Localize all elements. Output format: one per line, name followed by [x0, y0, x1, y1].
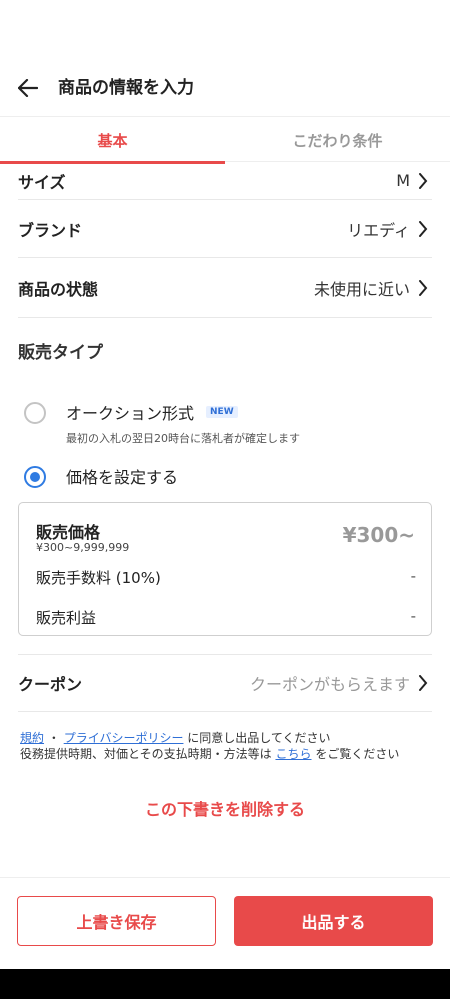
price-input[interactable]: ¥300~	[343, 523, 415, 547]
app-header: 商品の情報を入力	[0, 62, 450, 114]
brand-value: リエディ	[347, 220, 410, 240]
brand-label: ブランド	[18, 220, 83, 240]
size-value: M	[396, 171, 410, 190]
terms-text-3: をご覧ください	[315, 747, 400, 761]
condition-row[interactable]: 商品の状態 未使用に近い	[18, 258, 432, 318]
page-title: 商品の情報を入力	[58, 78, 194, 98]
condition-label: 商品の状態	[18, 279, 99, 299]
fee-value: -	[410, 567, 416, 585]
fee-row: 販売手数料 (10%) -	[36, 567, 416, 588]
price-box: 販売価格 ¥300~9,999,999 ¥300~ 販売手数料 (10%) - …	[18, 502, 432, 636]
privacy-policy-link[interactable]: プライバシーポリシー	[64, 731, 184, 745]
terms-notice: 規約 ・ プライバシーポリシー に同意し出品してください 役務提供時期、対価とそ…	[20, 730, 399, 762]
profit-label: 販売利益	[36, 609, 97, 627]
brand-row[interactable]: ブランド リエディ	[18, 200, 432, 258]
profit-row: 販売利益 -	[36, 607, 416, 628]
coupon-label: クーポン	[18, 675, 83, 694]
price-range: ¥300~9,999,999	[36, 541, 130, 554]
chevron-right-icon	[418, 279, 432, 297]
details-link[interactable]: こちら	[275, 747, 311, 761]
price-label: 販売価格	[36, 523, 101, 542]
chevron-right-icon	[418, 674, 432, 692]
brand-value-group: リエディ	[347, 217, 432, 241]
coupon-row[interactable]: クーポン クーポンがもらえます	[18, 654, 432, 712]
back-arrow-icon[interactable]	[16, 76, 40, 100]
size-value-group: M	[396, 171, 432, 190]
condition-value-group: 未使用に近い	[314, 276, 432, 300]
tab-details[interactable]: こだわり条件	[225, 117, 450, 163]
list-item-button[interactable]: 出品する	[234, 896, 433, 946]
chevron-right-icon	[418, 172, 432, 190]
fixed-price-option[interactable]: 価格を設定する	[24, 464, 178, 488]
terms-text-1: に同意し出品してください	[187, 731, 331, 745]
size-label: サイズ	[18, 172, 66, 192]
chevron-right-icon	[418, 220, 432, 238]
terms-text-2: 役務提供時期、対価とその支払時期・方法等は	[20, 747, 272, 761]
delete-draft-button[interactable]: この下書きを削除する	[0, 796, 450, 820]
new-badge: NEW	[206, 406, 238, 418]
auction-radio[interactable]	[24, 402, 46, 424]
terms-separator: ・	[47, 731, 60, 745]
coupon-value: クーポンがもらえます	[249, 675, 410, 694]
fee-label: 販売手数料 (10%)	[36, 569, 161, 587]
system-nav-bar	[0, 969, 450, 999]
bottom-action-bar: 上書き保存 出品する	[0, 877, 450, 969]
tab-bar: 基本 こだわり条件	[0, 116, 450, 164]
auction-option[interactable]: オークション形式 NEW 最初の入札の翌日20時台に落札者が確定します	[24, 400, 300, 446]
overwrite-save-button[interactable]: 上書き保存	[17, 896, 216, 946]
fixed-price-radio[interactable]	[24, 466, 46, 488]
size-row[interactable]: サイズ M	[18, 162, 432, 200]
auction-description: 最初の入札の翌日20時台に落札者が確定します	[66, 432, 300, 445]
auction-label: オークション形式	[66, 404, 195, 423]
coupon-value-group: クーポンがもらえます	[250, 671, 432, 695]
tab-basic[interactable]: 基本	[0, 117, 225, 164]
fixed-price-label: 価格を設定する	[66, 468, 179, 487]
profit-value: -	[410, 607, 416, 625]
terms-link[interactable]: 規約	[20, 731, 44, 745]
condition-value: 未使用に近い	[313, 279, 410, 299]
sale-type-title: 販売タイプ	[18, 343, 103, 363]
